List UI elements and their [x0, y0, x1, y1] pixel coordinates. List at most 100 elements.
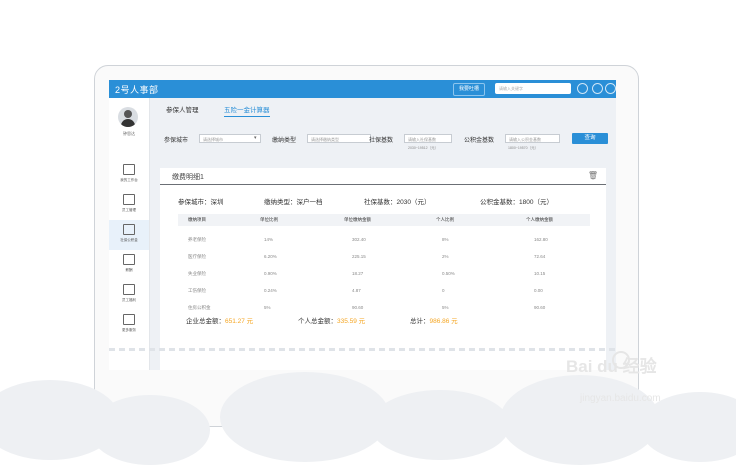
row-personal-amount: 162.80 [534, 237, 548, 242]
totals-row: 企业总金额：651.27 元 个人总金额：335.59 元 总计：986.86 … [160, 315, 606, 327]
table-row: 失业保险 0.90% 18.27 0.50% 10.15 [178, 266, 590, 283]
row-personal-amount: 0.00 [534, 288, 543, 293]
main-content: 参保人管理 五险一金计算器 参保城市 请选择城市 ▾ 缴纳类型 请选择缴纳类型 … [150, 98, 616, 370]
header-company-amount: 单位缴纳金额 [344, 217, 371, 222]
wallet-icon [123, 254, 135, 265]
monitor-icon [123, 164, 135, 175]
sidebar-item-workbench[interactable]: 我的工作台 [109, 160, 149, 190]
row-item: 养老保险 [188, 237, 206, 242]
type-label: 缴纳类型 [272, 138, 297, 144]
company-total: 企业总金额：651.27 元 [186, 315, 253, 325]
query-button[interactable]: 查询 [572, 133, 608, 144]
row-personal-rate: 0 [442, 288, 445, 293]
grand-total-label: 总计： [410, 318, 430, 325]
personal-total-value: 335.59 元 [337, 318, 366, 325]
fund-base-input[interactable]: 请输入公积金基数 [505, 134, 560, 143]
home-icon [123, 224, 135, 235]
logout-icon[interactable] [605, 83, 616, 94]
feedback-button[interactable]: 我要吐槽 [453, 83, 486, 96]
user-name: 钟思达 [123, 131, 135, 136]
sidebar-item-welfare[interactable]: 员工福利 [109, 280, 149, 310]
social-base-label: 社保基数 [369, 138, 394, 144]
table-row: 工伤保险 0.24% 4.87 0 0.00 [178, 283, 590, 300]
row-item: 工伤保险 [188, 288, 206, 293]
app-logo: 2号人事部 [115, 85, 159, 95]
personal-total: 个人总金额：335.59 元 [298, 315, 365, 325]
row-company-rate: 0.90% [264, 271, 277, 276]
sidebar-item-label: 我的工作台 [120, 178, 138, 182]
message-icon[interactable] [577, 83, 588, 94]
type-select[interactable]: 请选择缴纳类型 [307, 134, 371, 143]
row-company-amount: 225.15 [352, 254, 366, 259]
city-select[interactable]: 请选择城市 [199, 134, 261, 143]
row-personal-rate: 0.50% [442, 271, 455, 276]
watermark-logo: Bai du 经验 [566, 357, 657, 376]
table-row: 养老保险 14% 302.40 8% 162.80 [178, 232, 590, 249]
company-total-label: 企业总金额： [186, 318, 225, 325]
row-company-rate: 14% [264, 237, 274, 242]
city-label: 参保城市 [164, 138, 189, 144]
search-input[interactable]: 请输入关键字 [495, 83, 571, 94]
app-window: 2号人事部 我要吐槽 请输入关键字 钟思达 我的工作台 员工管理 社保公积金 薪… [109, 80, 616, 370]
row-item: 失业保险 [188, 271, 206, 276]
watermark-url: jingyan.baidu.com [580, 393, 661, 404]
row-personal-amount: 72.64 [534, 254, 546, 259]
settings-icon[interactable] [592, 83, 603, 94]
user-card-icon [123, 194, 135, 205]
header-item: 缴纳项目 [188, 217, 206, 222]
cloud-decoration [90, 395, 210, 465]
sidebar: 钟思达 我的工作台 员工管理 社保公积金 薪酬 员工福利 更多服务 [109, 98, 150, 370]
row-item: 住房公积金 [188, 305, 211, 310]
row-personal-amount: 90.60 [534, 305, 546, 310]
filter-row: 参保城市 请选择城市 ▾ 缴纳类型 请选择缴纳类型 社保基数 请输入社保基数 2… [164, 133, 608, 157]
row-company-amount: 90.60 [352, 305, 364, 310]
fund-base-label: 公积金基数 [464, 138, 495, 144]
social-base-hint: 2030~19512（元） [408, 146, 439, 150]
header-personal-rate: 个人比例 [436, 217, 454, 222]
row-company-rate: 6.20% [264, 254, 277, 259]
cloud-decoration [500, 375, 660, 465]
cloud-decoration [370, 390, 510, 460]
card-header: 缴费明细1 🗑 [160, 168, 606, 185]
trash-icon[interactable]: 🗑 [588, 171, 598, 180]
summary-fund-base: 公积金基数：1800（元） [480, 199, 553, 206]
tab-insured-management[interactable]: 参保人管理 [166, 104, 199, 114]
row-company-rate: 5% [264, 305, 271, 310]
row-item: 医疗保险 [188, 254, 206, 259]
row-personal-rate: 8% [442, 237, 449, 242]
sidebar-item-more[interactable]: 更多服务 [109, 310, 149, 340]
avatar[interactable] [118, 107, 138, 127]
chevron-down-icon: ▾ [254, 135, 257, 141]
sidebar-item-employees[interactable]: 员工管理 [109, 190, 149, 220]
fund-base-hint: 1800~19570（元） [508, 146, 539, 150]
grand-total: 总计：986.86 元 [410, 315, 458, 325]
torn-edge [109, 348, 616, 351]
header-company-rate: 单位比例 [260, 217, 278, 222]
summary-social-base: 社保基数：2030（元） [364, 199, 431, 206]
top-bar: 2号人事部 我要吐槽 请输入关键字 [109, 80, 616, 98]
gift-icon [123, 284, 135, 295]
cloud-decoration [220, 372, 390, 462]
row-company-amount: 302.40 [352, 237, 366, 242]
avatar-body [121, 119, 135, 127]
table-header: 缴纳项目 单位比例 单位缴纳金额 个人比例 个人缴纳金额 [178, 214, 590, 226]
summary-type: 缴纳类型：深户一档 [264, 199, 323, 206]
summary-city: 参保城市：深圳 [178, 199, 224, 206]
social-base-input[interactable]: 请输入社保基数 [404, 134, 452, 143]
card-title: 缴费明细1 [172, 174, 204, 181]
sidebar-item-salary[interactable]: 薪酬 [109, 250, 149, 280]
sidebar-item-social-insurance[interactable]: 社保公积金 [109, 220, 149, 250]
row-personal-rate: 5% [442, 305, 449, 310]
row-company-amount: 4.87 [352, 288, 361, 293]
detail-summary: 参保城市：深圳 缴纳类型：深户一档 社保基数：2030（元） 公积金基数：180… [178, 196, 598, 206]
grid-icon [123, 314, 135, 325]
sidebar-item-label: 员工管理 [122, 208, 136, 212]
sidebar-item-label: 更多服务 [122, 328, 136, 332]
payment-detail-card: 缴费明细1 🗑 参保城市：深圳 缴纳类型：深户一档 社保基数：2030（元） 公… [160, 168, 606, 370]
header-personal-amount: 个人缴纳金额 [526, 217, 553, 222]
row-company-rate: 0.24% [264, 288, 277, 293]
personal-total-label: 个人总金额： [298, 318, 337, 325]
tab-calculator[interactable]: 五险一金计算器 [224, 104, 270, 117]
avatar-head [124, 110, 132, 118]
sidebar-item-label: 薪酬 [125, 268, 133, 272]
